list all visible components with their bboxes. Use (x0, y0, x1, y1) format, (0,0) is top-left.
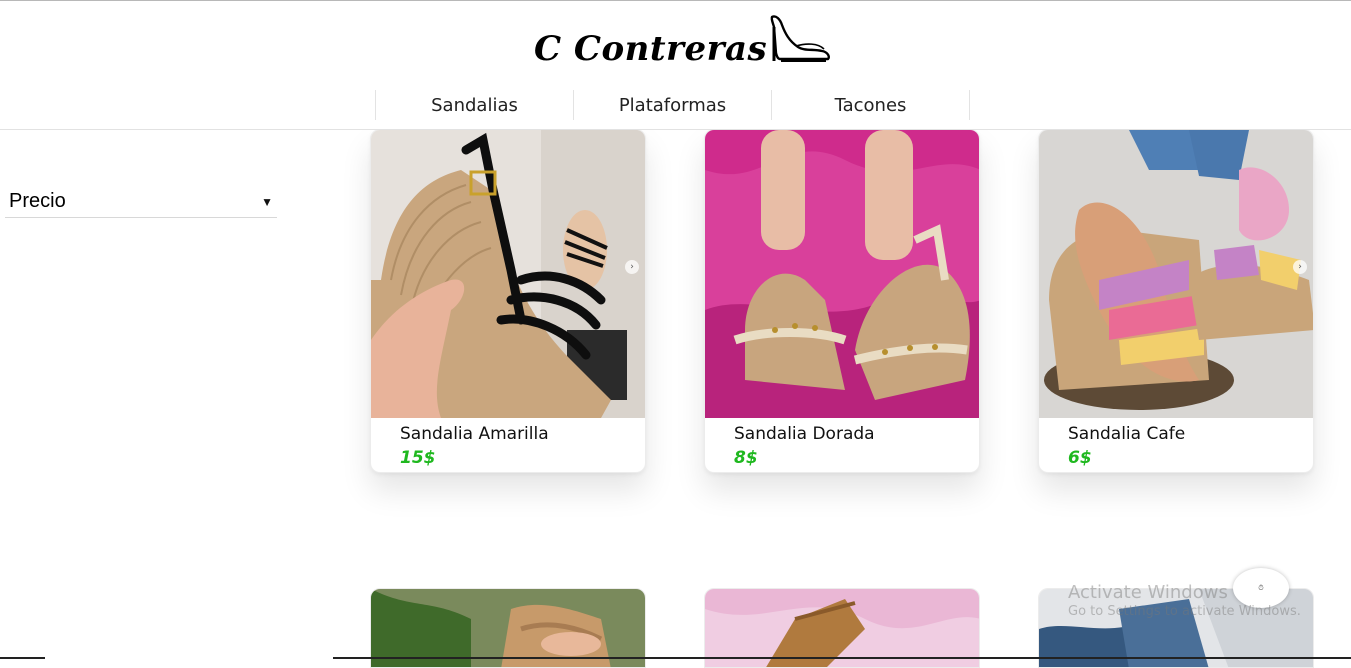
product-image[interactable] (371, 130, 646, 418)
nav-tacones[interactable]: Tacones (771, 90, 970, 120)
watermark-line2: Go to Settings to activate Windows. (1068, 603, 1301, 619)
product-name[interactable]: Sandalia Cafe (1068, 424, 1185, 444)
product-card[interactable] (704, 588, 980, 668)
main-nav: Sandalias Plataformas Tacones (375, 90, 970, 120)
next-image-arrow-icon[interactable]: › (1293, 260, 1307, 274)
product-card[interactable] (370, 588, 646, 668)
product-image[interactable] (705, 130, 980, 418)
chevron-down-icon: ▼ (261, 194, 273, 209)
sort-price-select[interactable]: Precio ▼ (5, 186, 277, 218)
watermark-line1: Activate Windows (1068, 582, 1228, 603)
nav-sandalias[interactable]: Sandalias (375, 90, 573, 120)
product-card[interactable]: › Sandalia Amarilla 15$ (370, 129, 646, 473)
high-heel-shoe-icon[interactable] (766, 13, 834, 65)
nav-plataformas[interactable]: Plataformas (573, 90, 771, 120)
product-name[interactable]: Sandalia Dorada (734, 424, 875, 444)
product-card[interactable]: Sandalia Dorada 8$ (704, 129, 980, 473)
sort-select-value: Precio (9, 190, 66, 212)
product-name[interactable]: Sandalia Amarilla (400, 424, 549, 444)
product-price: 6$ (1068, 448, 1092, 468)
site-header: C Contreras Sandalias Plataformas Tacone… (0, 1, 1351, 130)
next-image-arrow-icon[interactable]: › (625, 260, 639, 274)
brand-logo-text[interactable]: C Contreras (534, 29, 767, 69)
product-card[interactable]: › Sandalia Cafe 6$ (1038, 129, 1314, 473)
product-image[interactable] (1039, 130, 1314, 418)
product-price: 8$ (734, 448, 758, 468)
windows-activation-watermark: Activate Windows Go to Settings to activ… (1068, 582, 1301, 619)
product-price: 15$ (400, 448, 436, 468)
